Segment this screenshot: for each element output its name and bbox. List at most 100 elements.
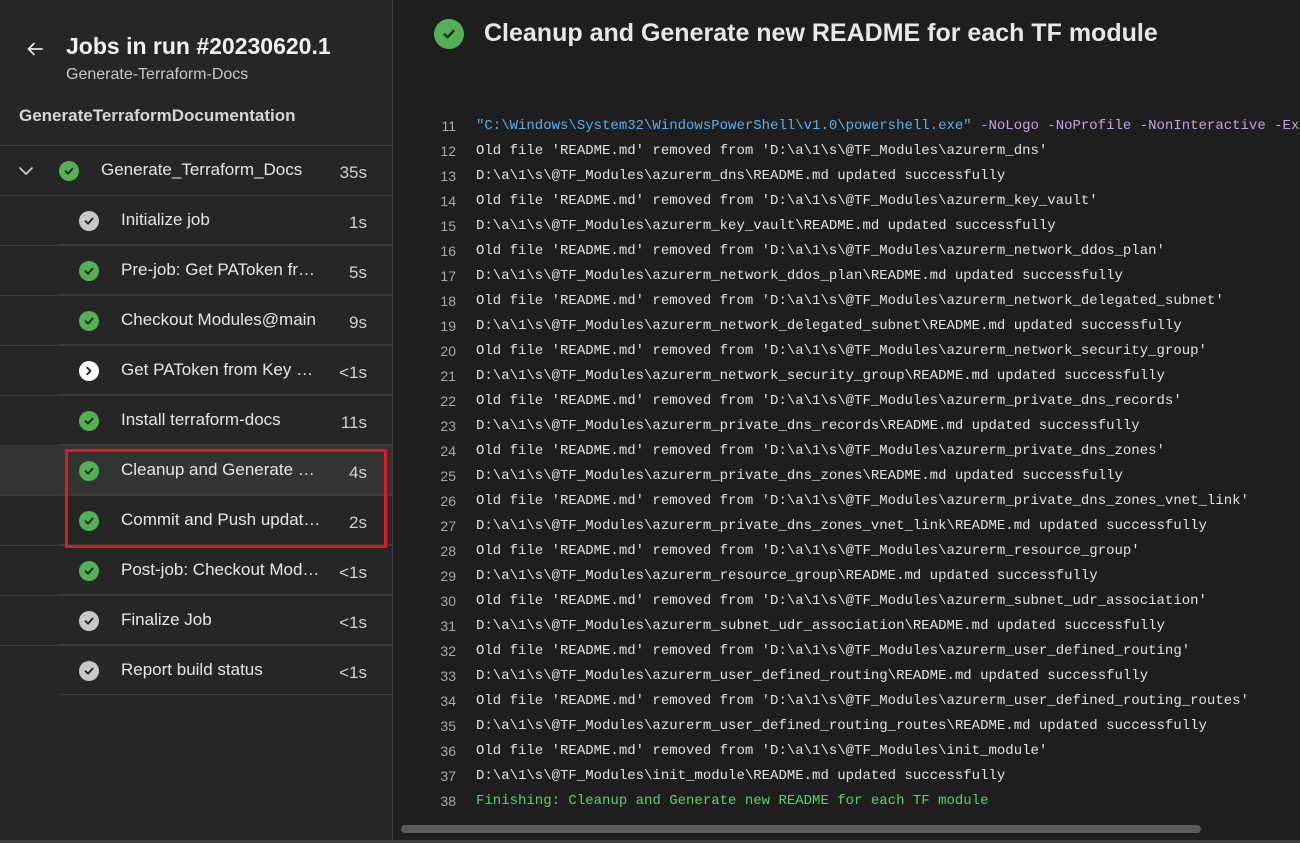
line-number: 33 [440, 668, 456, 684]
chevron-down-icon[interactable] [18, 163, 34, 179]
line-number: 14 [440, 193, 456, 209]
log-line: 12 Old file 'README.md' removed from 'D:\… [394, 139, 1300, 164]
line-number: 12 [440, 143, 456, 159]
log-text: "C:\Windows\System32\WindowsPowerShell\v… [476, 114, 1300, 139]
line-number: 11 [441, 118, 456, 134]
step-label: Post-job: Checkout Modules@main [121, 560, 321, 579]
log-output[interactable]: 11 "C:\Windows\System32\WindowsPowerShell… [394, 114, 1300, 814]
log-text: D:\a\1\s\@TF_Modules\azurerm_private_dns… [476, 418, 1140, 434]
log-line: 16 Old file 'README.md' removed from 'D:\… [394, 239, 1300, 264]
line-number: 22 [440, 393, 456, 409]
check-circle-icon [79, 261, 99, 281]
line-number: 27 [440, 518, 456, 534]
log-line: 25 D:\a\1\s\@TF_Modules\azurerm_private_d… [394, 464, 1300, 489]
check-circle-icon [79, 311, 99, 331]
log-line: 14 Old file 'README.md' removed from 'D:\… [394, 189, 1300, 214]
step-label: Install terraform-docs [121, 410, 281, 429]
line-number: 29 [440, 568, 456, 584]
check-circle-icon [79, 561, 99, 581]
step-item[interactable]: Commit and Push updates 2s [0, 495, 392, 545]
step-label: Report build status [121, 660, 263, 679]
step-item[interactable]: Report build status <1s [0, 645, 392, 695]
log-text: Old file 'README.md' removed from 'D:\a\… [476, 743, 1048, 759]
step-label: Checkout Modules@main [121, 310, 316, 329]
step-duration: 2s [349, 513, 367, 532]
log-pane: Cleanup and Generate new README for each… [394, 0, 1300, 843]
step-item[interactable]: Install terraform-docs 11s [0, 395, 392, 445]
step-duration: 9s [349, 313, 367, 332]
log-text: D:\a\1\s\@TF_Modules\azurerm_subnet_udr_… [476, 618, 1165, 634]
log-text: D:\a\1\s\@TF_Modules\azurerm_user_define… [476, 668, 1149, 684]
jobs-sidebar: Jobs in run #20230620.1 Generate-Terrafo… [0, 0, 393, 843]
line-number: 18 [440, 293, 456, 309]
log-text: D:\a\1\s\@TF_Modules\azurerm_private_dns… [476, 518, 1207, 534]
step-item[interactable]: Post-job: Checkout Modules@main <1s [0, 545, 392, 595]
step-duration: 4s [349, 463, 367, 482]
step-item[interactable]: Get PAToken from Key Vault <1s [0, 345, 392, 395]
step-duration: <1s [339, 663, 367, 682]
step-duration: 11s [340, 413, 367, 432]
line-number: 38 [440, 793, 456, 809]
step-item[interactable]: Checkout Modules@main 9s [0, 295, 392, 345]
step-label: Commit and Push updates [121, 510, 321, 529]
step-item[interactable]: Cleanup and Generate new README for each… [0, 445, 392, 495]
log-line: 29 D:\a\1\s\@TF_Modules\azurerm_resource_… [394, 564, 1300, 589]
line-number: 31 [440, 618, 456, 634]
step-label: Get PAToken from Key Vault [121, 360, 321, 379]
step-duration: <1s [339, 363, 367, 382]
log-text: D:\a\1\s\@TF_Modules\azurerm_user_define… [476, 718, 1207, 734]
line-number: 19 [440, 318, 456, 334]
step-duration: <1s [339, 613, 367, 632]
check-circle-icon [79, 611, 99, 631]
check-circle-icon [79, 461, 99, 481]
step-item[interactable]: Initialize job 1s [0, 195, 392, 245]
horizontal-scrollbar[interactable] [401, 825, 1201, 833]
log-line: 33 D:\a\1\s\@TF_Modules\azurerm_user_defi… [394, 664, 1300, 689]
step-item[interactable]: Finalize Job <1s [0, 595, 392, 645]
line-number: 15 [440, 218, 456, 234]
log-line: 22 Old file 'README.md' removed from 'D:\… [394, 389, 1300, 414]
job-label: Generate_Terraform_Docs [101, 160, 303, 179]
job-duration: 35s [339, 163, 367, 182]
line-number: 13 [440, 168, 456, 184]
log-text: D:\a\1\s\@TF_Modules\init_module\README.… [476, 768, 1006, 784]
log-text: Old file 'README.md' removed from 'D:\a\… [476, 543, 1140, 559]
step-duration: <1s [339, 563, 367, 582]
success-icon [59, 161, 79, 181]
log-line: 17 D:\a\1\s\@TF_Modules\azurerm_network_d… [394, 264, 1300, 289]
line-number: 36 [440, 743, 456, 759]
job-list: Generate_Terraform_Docs 35s Initialize j… [0, 145, 392, 695]
log-text: Old file 'README.md' removed from 'D:\a\… [476, 493, 1249, 509]
line-number: 21 [440, 368, 456, 384]
check-circle-icon [79, 511, 99, 531]
log-text: D:\a\1\s\@TF_Modules\azurerm_key_vault\R… [476, 218, 1056, 234]
back-button[interactable] [14, 28, 56, 70]
log-text: D:\a\1\s\@TF_Modules\azurerm_dns\README.… [476, 168, 1006, 184]
log-text: Old file 'README.md' removed from 'D:\a\… [476, 343, 1207, 359]
log-line: 31 D:\a\1\s\@TF_Modules\azurerm_subnet_ud… [394, 614, 1300, 639]
step-duration: 5s [349, 263, 367, 282]
job-item-generate-terraform-docs[interactable]: Generate_Terraform_Docs 35s [0, 145, 392, 195]
check-circle-icon [79, 661, 99, 681]
step-label: Initialize job [121, 210, 210, 229]
log-text: D:\a\1\s\@TF_Modules\azurerm_network_del… [476, 318, 1182, 334]
skip-forward-icon [79, 361, 99, 381]
log-text: D:\a\1\s\@TF_Modules\azurerm_network_ddo… [476, 268, 1123, 284]
step-duration: 1s [349, 213, 367, 232]
line-number: 25 [440, 468, 456, 484]
line-number: 26 [440, 493, 456, 509]
log-line: 34 Old file 'README.md' removed from 'D:\… [394, 689, 1300, 714]
stage-name: GenerateTerraformDocumentation [19, 106, 296, 125]
line-number: 30 [440, 593, 456, 609]
step-item[interactable]: Pre-job: Get PAToken from Key Vault 5s [0, 245, 392, 295]
pipeline-name: Generate-Terraform-Docs [66, 66, 249, 83]
log-text: Finishing: Cleanup and Generate new READ… [476, 793, 989, 809]
success-icon [434, 19, 464, 49]
log-line: 32 Old file 'README.md' removed from 'D:\… [394, 639, 1300, 664]
log-line: 21 D:\a\1\s\@TF_Modules\azurerm_network_s… [394, 364, 1300, 389]
log-line: 15 D:\a\1\s\@TF_Modules\azurerm_key_vault… [394, 214, 1300, 239]
line-number: 20 [440, 343, 456, 359]
line-number: 34 [440, 693, 456, 709]
log-text: Old file 'README.md' removed from 'D:\a\… [476, 693, 1249, 709]
log-text: Old file 'README.md' removed from 'D:\a\… [476, 643, 1191, 659]
